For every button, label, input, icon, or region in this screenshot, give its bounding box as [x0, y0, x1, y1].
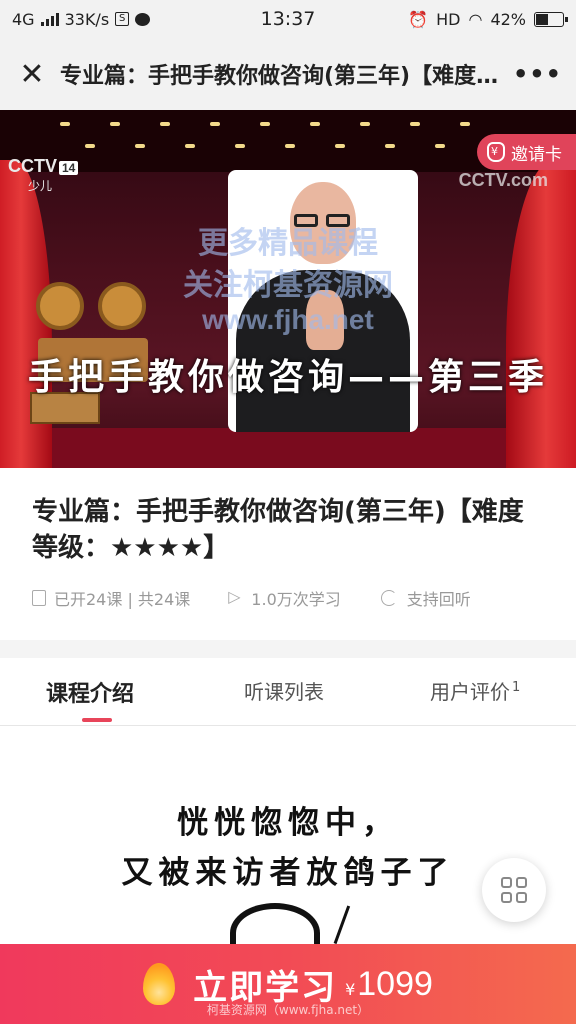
channel-logo-left: CCTV 14 少儿	[8, 156, 79, 194]
battery-icon	[534, 11, 568, 27]
network-speed: 33K/s	[64, 9, 110, 29]
stage-light	[260, 122, 270, 126]
stage-light	[460, 122, 470, 126]
s-notification-icon: S	[115, 12, 130, 26]
battery-percent: 42%	[490, 9, 526, 29]
course-intro-content: 恍恍惚惚中， 又被来访者放鸽子了	[0, 727, 576, 947]
channel-logo-right: CCTV.com	[458, 170, 548, 190]
currency-symbol: ¥	[345, 979, 356, 999]
tab-user-reviews[interactable]: 用户评价 1	[430, 676, 520, 705]
stage-floor	[0, 428, 576, 468]
page-title: 专业篇：手把手教你做咨询(第三年)【难度等级：★★★★】	[60, 64, 501, 89]
view-count: 1.0万次学习	[251, 590, 341, 609]
course-video[interactable]: CCTV 14 少儿 CCTV.com 更多精品课程 关注柯基资源网 www.fj…	[0, 110, 576, 468]
active-tab-indicator	[82, 718, 112, 722]
invite-card-label: 邀请卡	[511, 144, 562, 165]
status-bar: 4G 33K/s S 13:37 ⏰ HD ◠ 42%	[0, 0, 576, 38]
cartoon-sketch	[230, 903, 320, 947]
tab-lesson-list[interactable]: 听课列表	[244, 676, 324, 705]
watermark-line-3: www.fjha.net	[202, 304, 374, 335]
stage-light	[135, 144, 145, 148]
stage-light	[335, 144, 345, 148]
course-tabs: 课程介绍 听课列表 用户评价 1	[0, 658, 576, 726]
menu-grid-button[interactable]	[482, 858, 546, 922]
review-count-badge: 1	[512, 680, 521, 696]
replay-icon	[380, 590, 397, 606]
section-divider	[0, 640, 576, 658]
message-icon	[135, 12, 151, 26]
replay-support: 支持回听	[406, 590, 471, 609]
invite-card-button[interactable]: 邀请卡	[477, 134, 576, 170]
channel-left-number: 14	[59, 161, 79, 175]
stage-light	[85, 144, 95, 148]
course-info: 专业篇：手把手教你做咨询(第三年)【难度等级：★★★★】 已开24课 | 共24…	[0, 468, 576, 640]
stage-light	[185, 144, 195, 148]
grid-icon	[501, 877, 527, 903]
alarm-icon: ⏰	[408, 9, 429, 29]
stage-light	[210, 122, 220, 126]
title-bar: ✕ 专业篇：手把手教你做咨询(第三年)【难度等级：★★★★】 •••	[0, 38, 576, 110]
course-price: 1099	[357, 964, 433, 1003]
course-name: 专业篇：手把手教你做咨询(第三年)【难度等级：★★★★】	[32, 497, 524, 563]
network-type: 4G	[12, 9, 35, 29]
tab-user-reviews-label: 用户评价	[430, 680, 510, 704]
lesson-icon	[32, 590, 46, 606]
stage-light	[360, 122, 370, 126]
wifi-icon: ◠	[468, 9, 483, 29]
video-overlay-title: 手把手教你做咨询——第三季	[27, 357, 548, 398]
study-now-button[interactable]: 立即学习 ¥ 1099 柯基资源网（www.fjha.net）	[0, 944, 576, 1024]
stage-light	[435, 144, 445, 148]
intro-text-line-1: 恍恍惚惚中，	[177, 805, 399, 841]
close-icon[interactable]: ✕	[14, 56, 50, 92]
stage-light	[410, 122, 420, 126]
course-meta: 已开24课 | 共24课 1.0万次学习 支持回听	[32, 586, 544, 610]
cartoon-sketch-stroke	[333, 905, 363, 947]
stage-light	[110, 122, 120, 126]
stage-light	[235, 144, 245, 148]
tab-course-intro-label: 课程介绍	[46, 682, 135, 707]
play-icon	[228, 587, 241, 606]
tab-course-intro[interactable]: 课程介绍	[46, 676, 134, 708]
watermark-line-1: 更多精品课程	[198, 226, 378, 261]
stage-light	[285, 144, 295, 148]
buy-bar-watermark: 柯基资源网（www.fjha.net）	[206, 1003, 370, 1017]
stage-light	[60, 122, 70, 126]
stage-light	[310, 122, 320, 126]
channel-left-text: CCTV	[8, 156, 57, 176]
lesson-count: 已开24课 | 共24课	[54, 590, 191, 609]
signal-icon	[40, 12, 59, 26]
flame-icon	[143, 963, 176, 1005]
money-bag-icon	[487, 142, 505, 162]
tab-lesson-list-label: 听课列表	[244, 680, 324, 704]
more-options-icon[interactable]: •••	[513, 60, 562, 88]
watermark-line-2: 关注柯基资源网	[183, 268, 393, 303]
stage-light	[160, 122, 170, 126]
hd-indicator: HD	[436, 9, 461, 29]
channel-left-sub: 少儿	[28, 179, 53, 193]
stage-light	[385, 144, 395, 148]
